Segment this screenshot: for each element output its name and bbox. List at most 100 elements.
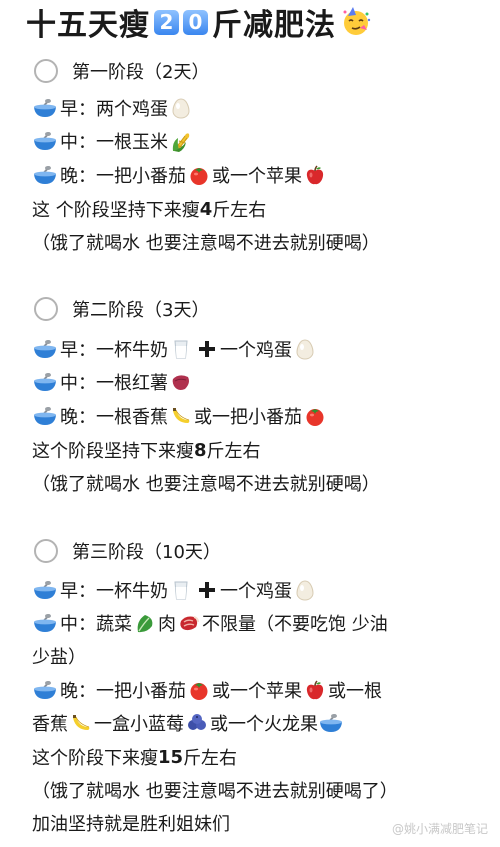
meal-text: 或一个苹果 [212,681,302,702]
keycap-digit-0: 0 [183,9,208,35]
tomato-icon [188,164,210,186]
title-suffix: 斤减肥法 [212,8,336,43]
meal-text: 一杯牛奶 [96,340,168,361]
note-text: （饿了就喝水 也要注意喝不进去就别硬喝了） [32,781,398,802]
red-apple-icon [304,679,326,701]
stage-3-title: 第三阶段（10天） [72,542,221,563]
result-number: 15 [158,746,184,768]
meal-label: 晚： [60,407,96,428]
blueberries-icon [186,712,208,734]
meal-text: 蔬菜 [96,614,132,635]
result-text: 斤左右 [212,200,267,221]
bowl-with-spoon-icon [32,165,58,185]
stage-2-dinner: 晚： 一根香蕉 或一把小番茄 [32,401,328,431]
meal-text: 两个鸡蛋 [96,99,168,120]
stage-2-header: 第二阶段（3天） [34,294,209,324]
meal-label: 中： [60,614,96,635]
stage-2-note: （饿了就喝水 也要注意喝不进去就别硬喝） [32,468,380,498]
watermark: @姚小满减肥笔记 [391,822,488,836]
bowl-with-spoon-icon [32,131,58,151]
closing-line: 加油坚持就是胜利姐妹们 [32,808,230,838]
bowl-with-spoon-icon [32,580,58,600]
bowl-with-spoon-icon [32,339,58,359]
meal-label: 晚： [60,681,96,702]
meal-text: 或一根 [328,681,382,702]
heavy-plus-icon [196,338,218,360]
result-text: 这个阶段下来瘦 [32,748,158,769]
meal-text: 一根红薯 [96,373,168,394]
tomato-icon [304,405,326,427]
meal-text: 一把小番茄 [96,166,186,187]
stage-3-dinner-cont: 香蕉 一盒小蓝莓 或一个火龙果 [32,708,346,738]
meal-label: 晚： [60,166,96,187]
stage-1-breakfast: 早： 两个鸡蛋 [32,93,194,123]
egg-icon [294,338,316,360]
leafy-green-icon [134,612,156,634]
stage-2-result: 这个阶段坚持下来瘦 8 斤左右 [32,435,261,465]
meal-label: 早： [60,581,96,602]
meal-text: 或一把小番茄 [194,407,302,428]
stage-1-header: 第一阶段（2天） [34,56,209,86]
stage-3-header: 第三阶段（10天） [34,536,221,566]
meal-text: 一个鸡蛋 [220,340,292,361]
stage-2-checkbox-icon[interactable] [34,297,58,321]
note-text: （饿了就喝水 也要注意喝不进去就别硬喝） [32,474,380,495]
title-prefix: 十五天瘦 [26,8,150,43]
meal-text: 少盐） [32,647,86,668]
meal-text: 或一个苹果 [212,166,302,187]
stage-3-result: 这个阶段下来瘦 15 斤左右 [32,742,237,772]
stage-1-dinner: 晚： 一把小番茄 或一个苹果 [32,160,328,190]
meal-text: 一盒小蓝莓 [94,714,184,735]
bowl-with-spoon-icon [32,680,58,700]
meal-text: 或一个火龙果 [210,714,318,735]
bowl-with-spoon-icon [32,372,58,392]
meal-text: 香蕉 [32,714,68,735]
result-text: 这个阶段坚持下来瘦 [32,441,194,462]
result-text: 斤左右 [206,441,261,462]
tomato-icon [188,679,210,701]
meal-label: 早： [60,99,96,120]
meal-text: 一个鸡蛋 [220,581,292,602]
stage-2-lunch: 中： 一根红薯 [32,367,194,397]
bowl-with-spoon-icon [32,613,58,633]
red-apple-icon [304,164,326,186]
stage-3-checkbox-icon[interactable] [34,539,58,563]
meal-label: 中： [60,373,96,394]
meat-cut-icon [178,612,200,634]
meal-text: 一根香蕉 [96,407,168,428]
stage-2-title: 第二阶段（3天） [72,300,210,321]
stage-3-lunch: 中： 蔬菜 肉 不限量（不要吃饱 少油 [32,608,388,638]
meal-label: 中： [60,132,96,153]
glass-of-milk-icon [170,579,192,601]
stage-1-note: （饿了就喝水 也要注意喝不进去就别硬喝） [32,227,380,257]
heavy-plus-icon [196,579,218,601]
stage-3-lunch-cont: 少盐） [32,641,86,671]
bowl-with-spoon-icon [318,713,344,733]
stage-1-checkbox-icon[interactable] [34,59,58,83]
result-text: 斤左右 [183,748,238,769]
bowl-with-spoon-icon [32,98,58,118]
stage-3-breakfast: 早： 一杯牛奶 一个鸡蛋 [32,575,318,605]
result-number: 8 [194,439,207,461]
note-text: （饿了就喝水 也要注意喝不进去就别硬喝） [32,233,380,254]
meal-text: 肉 [158,614,176,635]
egg-icon [294,579,316,601]
closing-text: 加油坚持就是胜利姐妹们 [32,814,230,835]
page-title: 十五天瘦 2 0 斤减肥法 [26,0,372,44]
meal-text: 一杯牛奶 [96,581,168,602]
meal-text: 一根玉米 [96,132,168,153]
stage-2-breakfast: 早： 一杯牛奶 一个鸡蛋 [32,334,318,364]
meal-text: 不限量（不要吃饱 少油 [202,614,388,635]
stage-1-lunch: 中： 一根玉米 [32,126,194,156]
meal-text: 一把小番茄 [96,681,186,702]
result-number: 4 [199,198,213,220]
partying-face-icon [340,6,372,38]
banana-icon [70,712,92,734]
stage-3-dinner: 晚： 一把小番茄 或一个苹果 或一根 [32,675,382,705]
egg-icon [170,97,192,119]
result-text: 这 个阶段坚持下来瘦 [32,200,200,221]
meal-label: 早： [60,340,96,361]
sweet-potato-icon [170,371,192,393]
stage-1-result: 这 个阶段坚持下来瘦 4 斤左右 [32,194,266,224]
banana-icon [170,405,192,427]
